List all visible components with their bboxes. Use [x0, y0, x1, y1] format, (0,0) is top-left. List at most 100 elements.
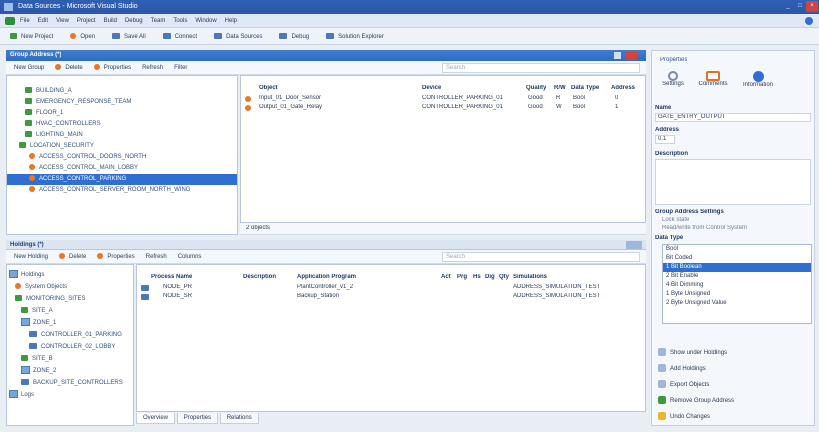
holding-properties-button[interactable]: Properties: [93, 251, 138, 263]
panel-options-icon[interactable]: [626, 241, 642, 249]
list-item[interactable]: 4 Bit Dimming: [663, 281, 811, 290]
col-datatype[interactable]: Data Type: [571, 85, 599, 91]
list-item[interactable]: 2 Bit Enable: [663, 272, 811, 281]
export-objects-button[interactable]: Export Objects: [658, 377, 812, 393]
menu-edit[interactable]: Edit: [38, 16, 48, 26]
delete-holding-button[interactable]: Delete: [55, 251, 90, 263]
col-simulations[interactable]: Simulations: [513, 274, 547, 280]
list-item[interactable]: 2 Byte Unsigned Value: [663, 299, 811, 308]
menu-team[interactable]: Team: [151, 16, 166, 26]
list-item[interactable]: Bool: [663, 245, 811, 254]
new-holding-button[interactable]: New Holding: [10, 251, 52, 263]
tree-item-holding[interactable]: BACKUP_SITE_CONTROLLERS: [7, 377, 133, 389]
filter-button[interactable]: Filter: [170, 62, 191, 74]
table-row[interactable]: Input_01_Door_Sensor CONTROLLER_PARKING_…: [243, 95, 643, 104]
menu-window[interactable]: Window: [195, 16, 216, 26]
tree-item-group[interactable]: LOCATION_SECURITY: [7, 141, 237, 152]
col-qty[interactable]: Qty: [499, 274, 509, 280]
help-icon[interactable]: [805, 17, 813, 25]
tree-item-holding[interactable]: SITE_B: [7, 353, 133, 365]
delete-group-button[interactable]: Delete: [51, 62, 86, 74]
tree-item-group[interactable]: EMERGENCY_RESPONSE_TEAM: [7, 97, 237, 108]
read-write-option[interactable]: Read/write from Control System: [662, 225, 747, 231]
tree-item-holding[interactable]: System Objects: [7, 281, 133, 293]
menu-help[interactable]: Help: [225, 16, 237, 26]
columns-button[interactable]: Columns: [174, 251, 206, 263]
close-button[interactable]: ×: [806, 1, 818, 12]
table-row[interactable]: Output_01_Gate_Relay CONTROLLER_PARKING_…: [243, 104, 643, 113]
tree-item-address[interactable]: ACCESS_CONTROL_DOORS_NORTH: [7, 152, 237, 163]
toolbar-open[interactable]: Open: [66, 31, 99, 43]
lock-state-option[interactable]: Lock state: [662, 217, 689, 223]
list-item[interactable]: Bit Coded: [663, 254, 811, 263]
tab-comments[interactable]: Comments: [694, 71, 732, 97]
tree-item-holding[interactable]: MONITORING_SITES: [7, 293, 133, 305]
tree-item-holding[interactable]: SITE_A: [7, 305, 133, 317]
maximize-button[interactable]: □: [794, 1, 806, 12]
panel-close-icon[interactable]: [625, 51, 637, 60]
col-hs[interactable]: Hs: [473, 274, 481, 280]
tree-item-holding[interactable]: ZONE_1: [7, 317, 133, 329]
description-field[interactable]: [655, 159, 811, 205]
show-under-holdings-button[interactable]: Show under Holdings: [658, 345, 812, 361]
tree-item-address-selected[interactable]: ACCESS_CONTROL_PARKING: [7, 174, 237, 185]
list-item[interactable]: 1 Byte Unsigned: [663, 290, 811, 299]
add-holdings-button[interactable]: Add Holdings: [658, 361, 812, 377]
menu-debug[interactable]: Debug: [125, 16, 143, 26]
table-row[interactable]: NODE_SR Backup_Station ADDRESS_SIMULATIO…: [139, 293, 643, 302]
tab-properties[interactable]: Properties: [176, 413, 219, 424]
col-quality[interactable]: Quality: [526, 85, 546, 91]
holdings-refresh-button[interactable]: Refresh: [142, 251, 171, 263]
menu-file[interactable]: File: [20, 16, 30, 26]
tree-item-group[interactable]: HVAC_CONTROLLERS: [7, 119, 237, 130]
minimize-button[interactable]: _: [782, 1, 794, 12]
tree-item-holding[interactable]: CONTROLLER_02_LOBBY: [7, 341, 133, 353]
col-device[interactable]: Device: [422, 85, 441, 91]
group-properties-button[interactable]: Properties: [90, 62, 135, 74]
tree-item-group[interactable]: FLOOR_1: [7, 108, 237, 119]
tree-item-holding[interactable]: Holdings: [7, 269, 133, 281]
tree-item-group[interactable]: LIGHTING_MAIN: [7, 130, 237, 141]
address-field[interactable]: 0.1: [655, 135, 675, 144]
menu-tools[interactable]: Tools: [173, 16, 187, 26]
col-dig[interactable]: Dig: [485, 274, 495, 280]
col-application-program[interactable]: Application Program: [297, 274, 356, 280]
menu-build[interactable]: Build: [104, 16, 117, 26]
toolbar-debug[interactable]: Debug: [275, 31, 313, 43]
data-type-list[interactable]: Bool Bit Coded 1 Bit Boolean 2 Bit Enabl…: [662, 244, 812, 324]
tree-item-address[interactable]: ACCESS_CONTROL_SERVER_ROOM_NORTH_WING: [7, 185, 237, 196]
toolbar-solution-explorer[interactable]: Solution Explorer: [322, 31, 388, 43]
tab-information[interactable]: Information: [736, 71, 780, 97]
col-act[interactable]: Act: [441, 274, 451, 280]
toolbar-save-all[interactable]: Save All: [108, 31, 150, 43]
menu-project[interactable]: Project: [77, 16, 96, 26]
tree-item-address[interactable]: ACCESS_CONTROL_MAIN_LOBBY: [7, 163, 237, 174]
list-item-selected[interactable]: 1 Bit Boolean: [663, 263, 811, 272]
tree-item-holding[interactable]: Logs: [7, 389, 133, 401]
name-field[interactable]: GATE_ENTRY_OUTPUT: [655, 113, 811, 122]
col-description[interactable]: Description: [243, 274, 276, 280]
pin-icon[interactable]: [614, 52, 621, 59]
col-rw[interactable]: R/W: [554, 85, 566, 91]
col-prg[interactable]: Prg: [457, 274, 467, 280]
col-address[interactable]: Address: [611, 85, 643, 91]
tree-item-holding[interactable]: ZONE_2: [7, 365, 133, 377]
tab-relations[interactable]: Relations: [219, 413, 259, 424]
tree-item-holding[interactable]: CONTROLLER_01_PARKING: [7, 329, 133, 341]
table-row[interactable]: NODE_PR PlantController_v1_2 ADDRESS_SIM…: [139, 284, 643, 293]
tab-settings[interactable]: Settings: [656, 71, 690, 97]
tree-item-group[interactable]: BUILDING_A: [7, 86, 237, 97]
undo-changes-button[interactable]: Undo Changes: [658, 409, 812, 425]
toolbar-connect[interactable]: Connect: [159, 31, 201, 43]
toolbar-data-sources[interactable]: Data Sources: [210, 31, 266, 43]
toolbar-new-project[interactable]: New Project: [6, 31, 57, 43]
groups-search-input[interactable]: Search: [442, 63, 640, 73]
col-process-name[interactable]: Process Name: [151, 274, 192, 280]
remove-group-address-button[interactable]: Remove Group Address: [658, 393, 812, 409]
holdings-search-input[interactable]: Search: [442, 252, 640, 262]
new-group-button[interactable]: New Group: [10, 62, 48, 74]
refresh-button[interactable]: Refresh: [138, 62, 167, 74]
menu-view[interactable]: View: [56, 16, 69, 26]
tab-overview[interactable]: Overview: [136, 413, 176, 424]
col-object[interactable]: Object: [259, 85, 278, 91]
